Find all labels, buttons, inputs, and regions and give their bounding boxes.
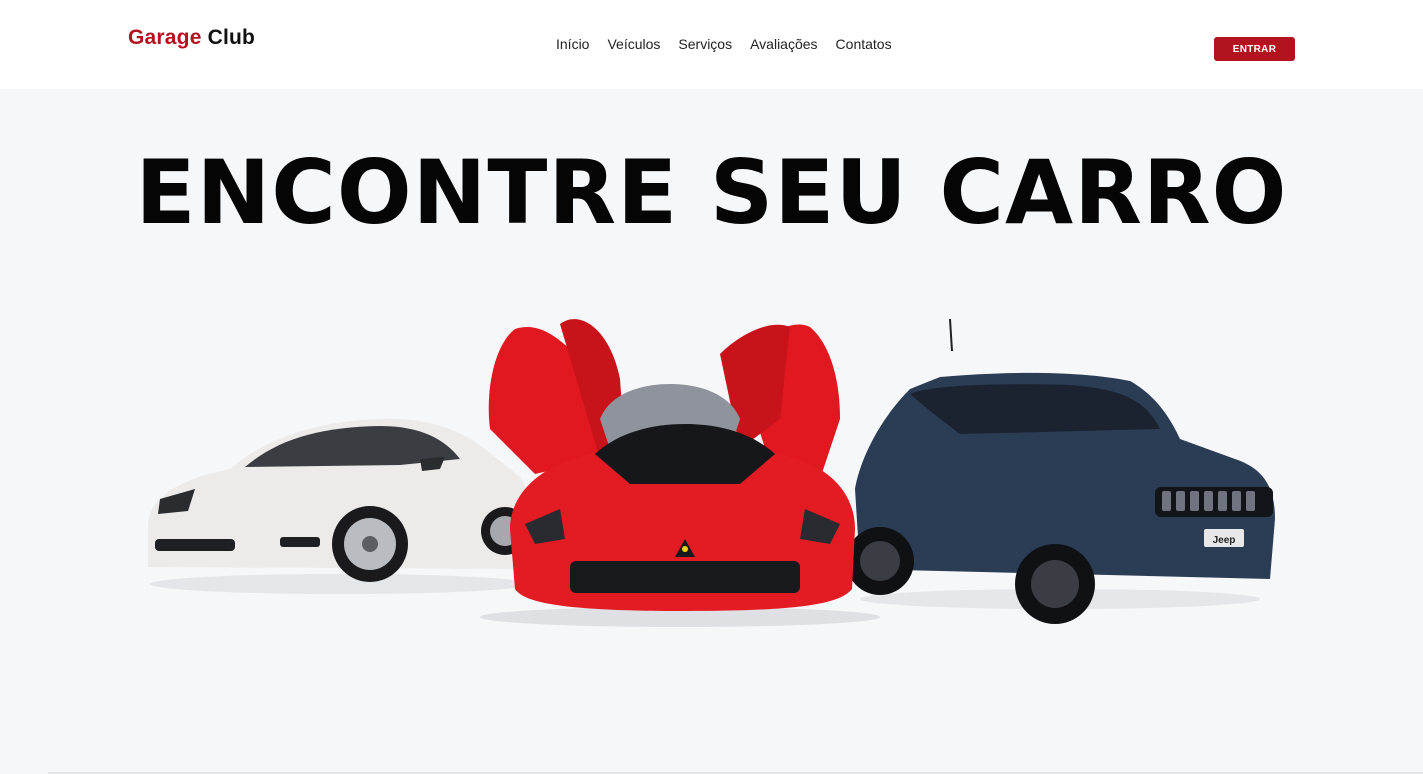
nav-link-contatos[interactable]: Contatos [836,36,892,52]
logo-part-club: Club [207,26,256,49]
nav-link-veiculos[interactable]: Veículos [607,36,660,52]
hero-title: ENCONTRE SEU CARRO [135,141,1288,244]
nav-link-servicos[interactable]: Serviços [678,36,732,52]
main-nav: Início Veículos Serviços Avaliações Cont… [556,36,892,52]
jeep-plate-text: Jeep [1213,535,1236,546]
nav-link-avaliacoes[interactable]: Avaliações [750,36,817,52]
cars-illustration: Jeep [148,318,1275,627]
login-button[interactable]: ENTRAR [1214,37,1295,61]
nav-link-inicio[interactable]: Início [556,36,589,52]
red-ferrari-car-image [488,319,855,611]
white-porsche-car-image [148,418,531,582]
site-header: Garage Club Início Veículos Serviços Ava… [0,0,1423,89]
blue-jeep-suv-image: Jeep [846,318,1275,624]
logo-part-garage: Garage [128,26,202,49]
hero-section: ENCONTRE SEU CARRO Jeep [0,89,1423,774]
brand-logo[interactable]: Garage Club [128,26,255,50]
